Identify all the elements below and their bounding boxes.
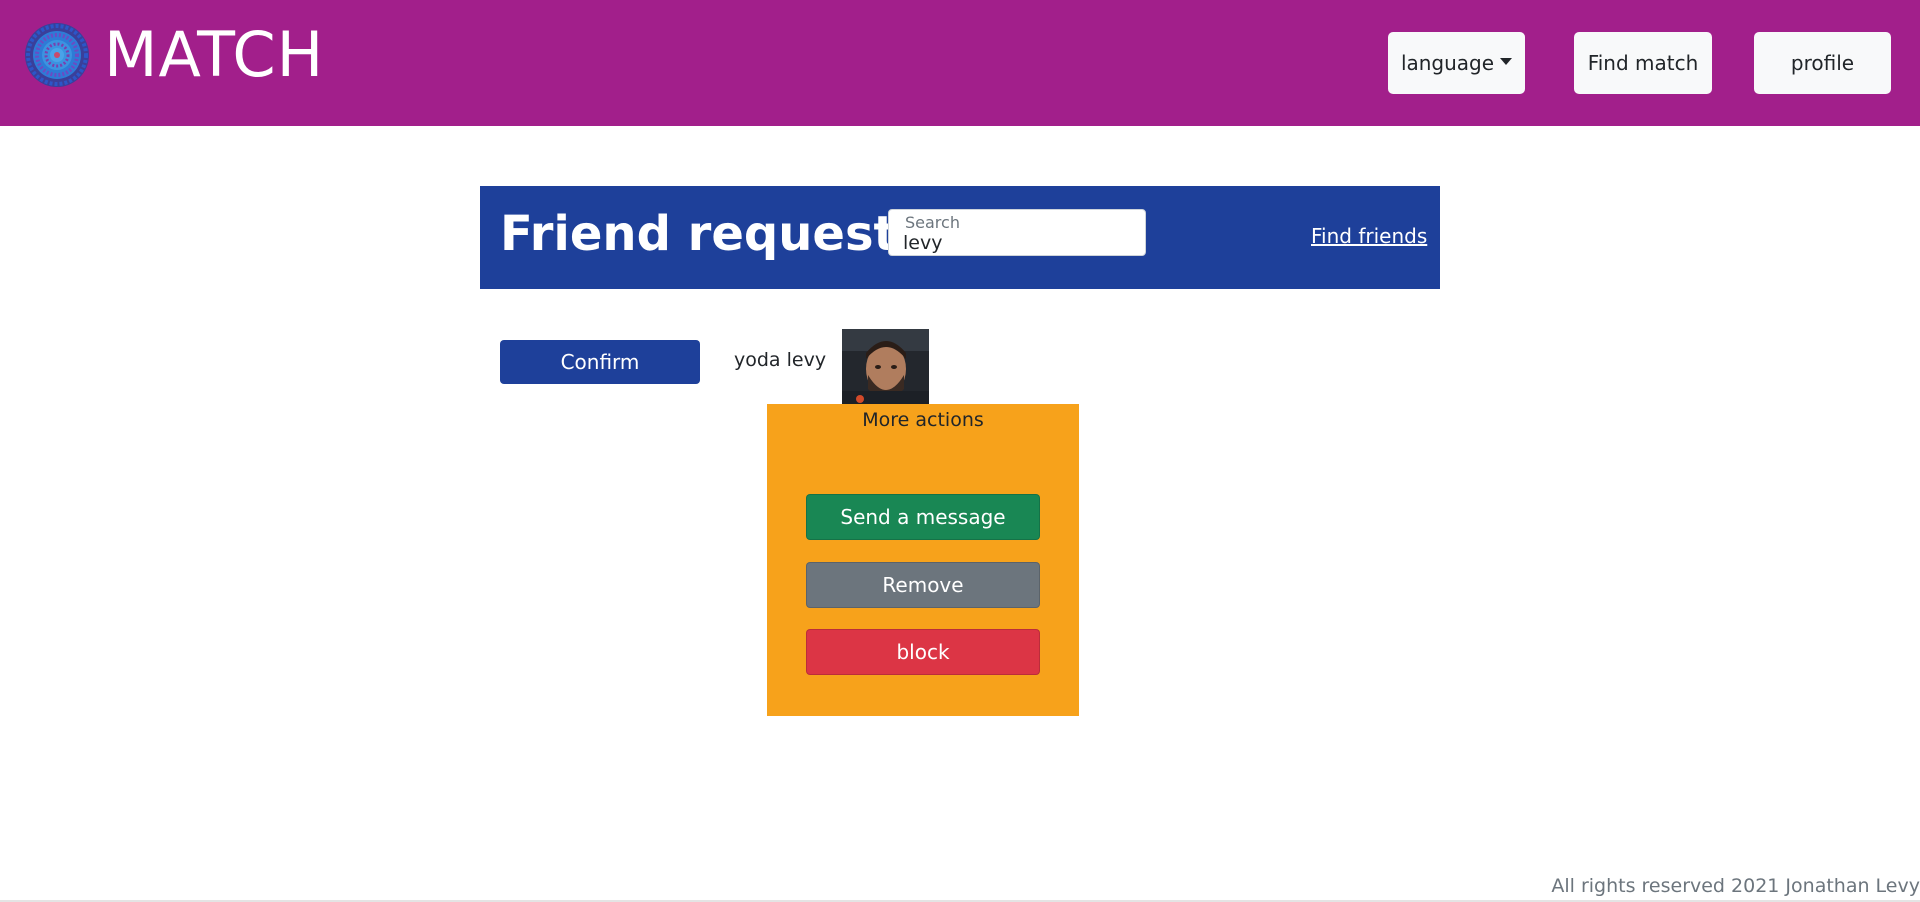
- profile-photo: [842, 329, 929, 404]
- friend-requests-header: Friend requests Search Find friends: [480, 186, 1440, 289]
- profile-button[interactable]: profile: [1754, 32, 1891, 94]
- more-actions-panel: More actions Send a message Remove block: [767, 404, 1079, 716]
- find-friends-link[interactable]: Find friends: [1311, 224, 1427, 248]
- mandala-logo-icon: [25, 23, 89, 87]
- top-navbar: MATCH language Find match profile: [0, 0, 1920, 126]
- block-button[interactable]: block: [806, 629, 1040, 675]
- send-message-button[interactable]: Send a message: [806, 494, 1040, 540]
- language-label: language: [1400, 51, 1495, 75]
- caret-down-icon: [1500, 57, 1513, 65]
- language-dropdown-button[interactable]: language: [1388, 32, 1525, 94]
- more-actions-title: More actions: [862, 409, 984, 431]
- find-match-button[interactable]: Find match: [1574, 32, 1712, 94]
- page-title: Friend requests: [500, 206, 926, 262]
- search-input[interactable]: [903, 231, 1133, 255]
- confirm-button[interactable]: Confirm: [500, 340, 700, 384]
- search-label: Search: [905, 213, 960, 232]
- search-field[interactable]: Search: [888, 209, 1146, 256]
- avatar[interactable]: [842, 329, 929, 404]
- brand-link[interactable]: MATCH: [24, 22, 324, 88]
- remove-button[interactable]: Remove: [806, 562, 1040, 608]
- brand-name: MATCH: [104, 18, 325, 91]
- footer-copyright: All rights reserved 2021 Jonathan Levy: [1551, 875, 1920, 897]
- friend-name: yoda levy: [734, 349, 827, 371]
